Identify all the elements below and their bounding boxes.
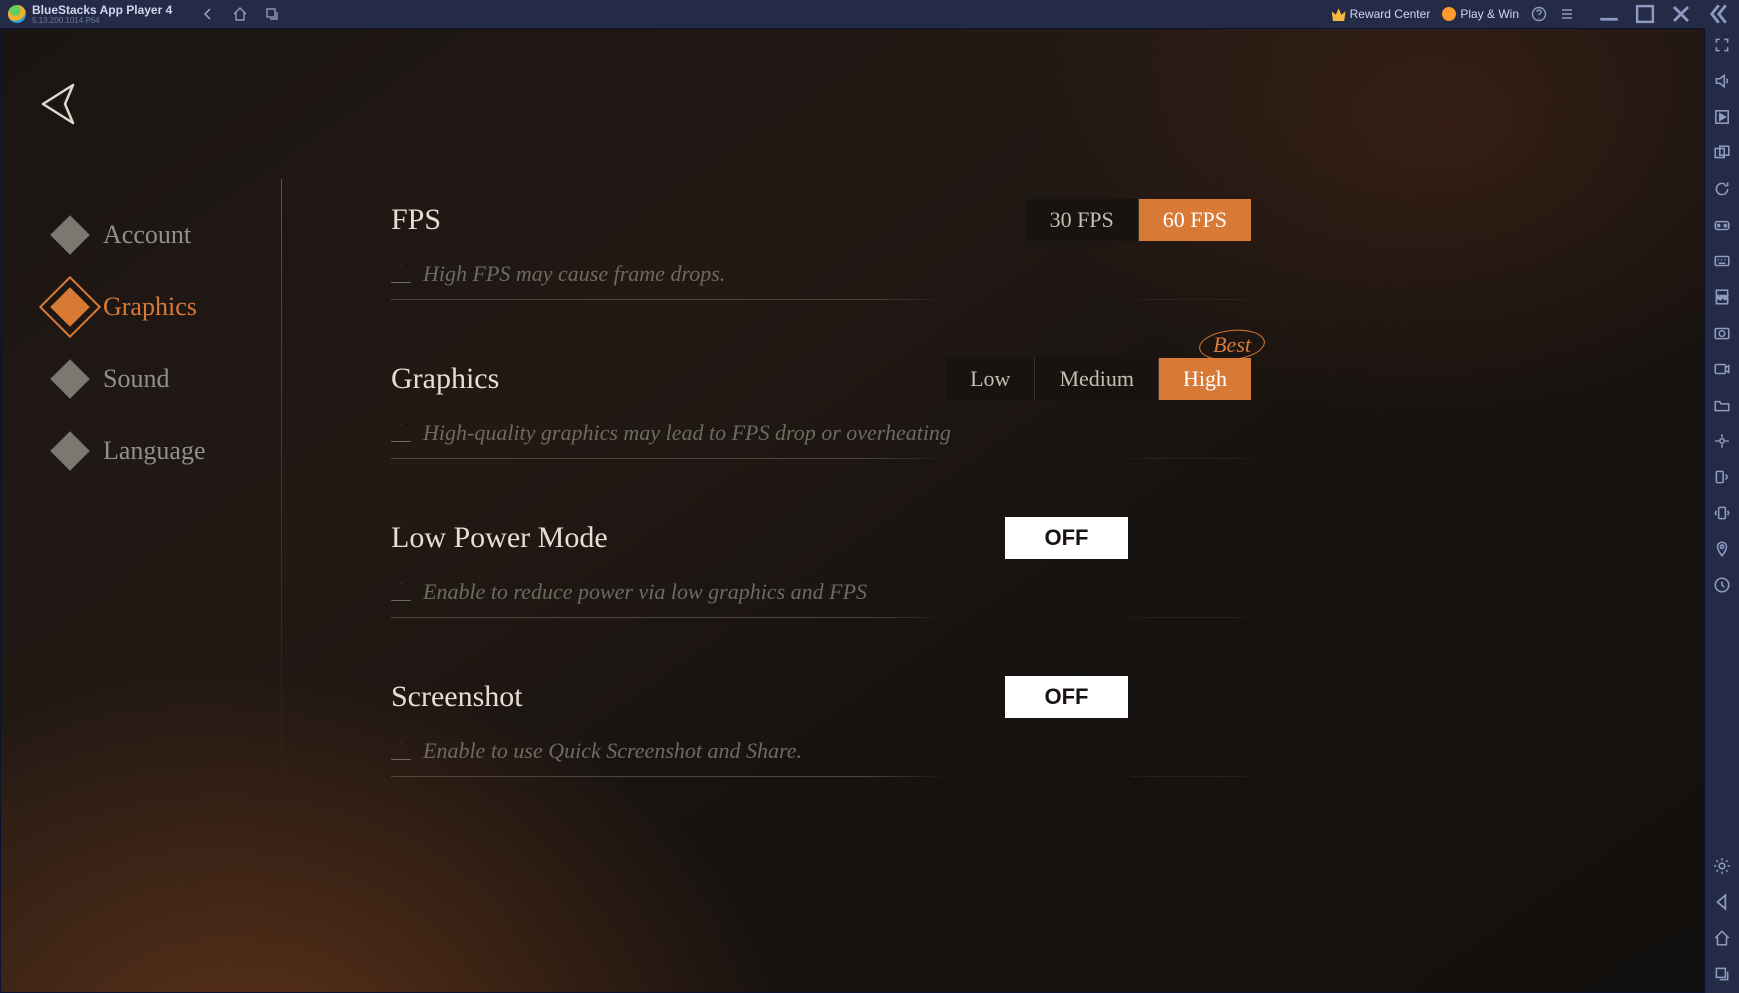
setting-desc-text: Enable to reduce power via low graphics … xyxy=(423,579,867,605)
bluestacks-side-toolbar: APK xyxy=(1705,28,1739,993)
screenshot-icon[interactable] xyxy=(1713,324,1731,342)
warning-icon xyxy=(391,265,411,283)
back-nav-icon[interactable] xyxy=(1713,893,1731,911)
graphics-selector: Low Medium High xyxy=(946,358,1251,400)
setting-fps: FPS 30 FPS 60 FPS High FPS may cause fra… xyxy=(391,199,1251,300)
setting-title: Screenshot xyxy=(391,680,523,714)
toggle-empty xyxy=(1128,517,1251,559)
maximize-icon[interactable] xyxy=(1631,4,1659,24)
sidebar-item-label: Account xyxy=(103,220,191,250)
toggle-state: OFF xyxy=(1005,676,1128,718)
warning-icon xyxy=(391,583,411,601)
hamburger-menu-icon[interactable] xyxy=(1559,6,1575,22)
titlebar-nav xyxy=(200,6,280,22)
titlebar-right: Reward Center Play & Win xyxy=(1332,4,1731,24)
screenshot-toggle[interactable]: OFF xyxy=(1005,676,1251,718)
fps-selector: 30 FPS 60 FPS xyxy=(1026,199,1251,241)
diamond-icon xyxy=(50,431,90,471)
home-icon[interactable] xyxy=(232,6,248,22)
macro-icon[interactable] xyxy=(1713,108,1731,126)
record-icon[interactable] xyxy=(1713,360,1731,378)
toggle-empty xyxy=(1128,676,1251,718)
fullscreen-icon[interactable] xyxy=(1713,36,1731,54)
divider xyxy=(391,458,1251,459)
multi-instance-icon[interactable] xyxy=(1713,144,1731,162)
sidebar-item-sound[interactable]: Sound xyxy=(51,343,271,415)
shake-icon[interactable] xyxy=(1713,504,1731,522)
diamond-icon xyxy=(50,359,90,399)
coin-icon xyxy=(1442,7,1456,21)
graphics-option-high[interactable]: High xyxy=(1158,358,1251,400)
settings-content: FPS 30 FPS 60 FPS High FPS may cause fra… xyxy=(391,199,1251,835)
setting-screenshot: Screenshot OFF Enable to use Quick Scree… xyxy=(391,676,1251,777)
graphics-option-medium[interactable]: Medium xyxy=(1034,358,1158,400)
divider xyxy=(391,299,1251,300)
keymap-icon[interactable] xyxy=(1713,252,1731,270)
crown-icon xyxy=(1332,7,1346,21)
setting-title: FPS xyxy=(391,203,441,237)
close-icon[interactable] xyxy=(1667,4,1695,24)
volume-icon[interactable] xyxy=(1713,72,1731,90)
home-nav-icon[interactable] xyxy=(1713,929,1731,947)
sidebar-item-label: Graphics xyxy=(103,292,197,322)
play-win-button[interactable]: Play & Win xyxy=(1442,7,1519,21)
settings-sidebar: Account Graphics Sound Language xyxy=(51,199,271,487)
controls-editor-icon[interactable] xyxy=(1713,216,1731,234)
setting-desc-text: High-quality graphics may lead to FPS dr… xyxy=(423,420,951,446)
setting-desc-text: High FPS may cause frame drops. xyxy=(423,261,725,287)
media-folder-icon[interactable] xyxy=(1713,396,1731,414)
clock-icon[interactable] xyxy=(1713,576,1731,594)
help-icon[interactable] xyxy=(1531,6,1547,22)
reward-center-button[interactable]: Reward Center xyxy=(1332,7,1431,21)
minimize-icon[interactable] xyxy=(1595,4,1623,24)
setting-graphics: Graphics Best Low Medium High High-quali… xyxy=(391,358,1251,459)
recents-nav-icon[interactable] xyxy=(1713,965,1731,983)
recent-apps-icon[interactable] xyxy=(264,6,280,22)
sidebar-item-account[interactable]: Account xyxy=(51,199,271,271)
collapse-sidebar-icon[interactable] xyxy=(1703,4,1731,24)
app-title: BlueStacks App Player 4 xyxy=(32,4,172,16)
setting-low-power: Low Power Mode OFF Enable to reduce powe… xyxy=(391,517,1251,618)
titlebar: BlueStacks App Player 4 5.13.200.1014 P6… xyxy=(0,0,1739,28)
fps-option-30[interactable]: 30 FPS xyxy=(1026,199,1138,241)
sidebar-item-label: Language xyxy=(103,436,206,466)
back-button[interactable] xyxy=(35,79,79,129)
settings-gear-icon[interactable] xyxy=(1713,857,1731,875)
toggle-state: OFF xyxy=(1005,517,1128,559)
reward-center-label: Reward Center xyxy=(1350,7,1431,21)
app-version: 5.13.200.1014 P64 xyxy=(32,16,172,25)
game-settings-screen: Account Graphics Sound Language FPS xyxy=(0,28,1705,993)
back-icon[interactable] xyxy=(200,6,216,22)
low-power-toggle[interactable]: OFF xyxy=(1005,517,1251,559)
window-controls xyxy=(1595,4,1731,24)
sidebar-item-graphics[interactable]: Graphics xyxy=(51,271,271,343)
setting-title: Low Power Mode xyxy=(391,521,608,555)
sidebar-item-label: Sound xyxy=(103,364,169,394)
divider xyxy=(391,776,1251,777)
fps-option-60[interactable]: 60 FPS xyxy=(1138,199,1251,241)
diamond-icon xyxy=(50,215,90,255)
diamond-icon xyxy=(50,287,90,327)
warning-icon xyxy=(391,424,411,442)
lock-cursor-icon[interactable] xyxy=(1713,432,1731,450)
app-title-block: BlueStacks App Player 4 5.13.200.1014 P6… xyxy=(32,4,172,25)
svg-text:APK: APK xyxy=(1716,295,1727,301)
sync-icon[interactable] xyxy=(1713,180,1731,198)
location-icon[interactable] xyxy=(1713,540,1731,558)
rotate-icon[interactable] xyxy=(1713,468,1731,486)
best-badge: Best xyxy=(1205,332,1259,358)
play-win-label: Play & Win xyxy=(1460,7,1519,21)
setting-desc-text: Enable to use Quick Screenshot and Share… xyxy=(423,738,802,764)
bluestacks-logo-icon xyxy=(8,5,26,23)
install-apk-icon[interactable]: APK xyxy=(1713,288,1731,306)
setting-title: Graphics xyxy=(391,362,499,396)
vertical-divider xyxy=(281,179,282,809)
warning-icon xyxy=(391,742,411,760)
divider xyxy=(391,617,1251,618)
sidebar-item-language[interactable]: Language xyxy=(51,415,271,487)
graphics-option-low[interactable]: Low xyxy=(946,358,1034,400)
